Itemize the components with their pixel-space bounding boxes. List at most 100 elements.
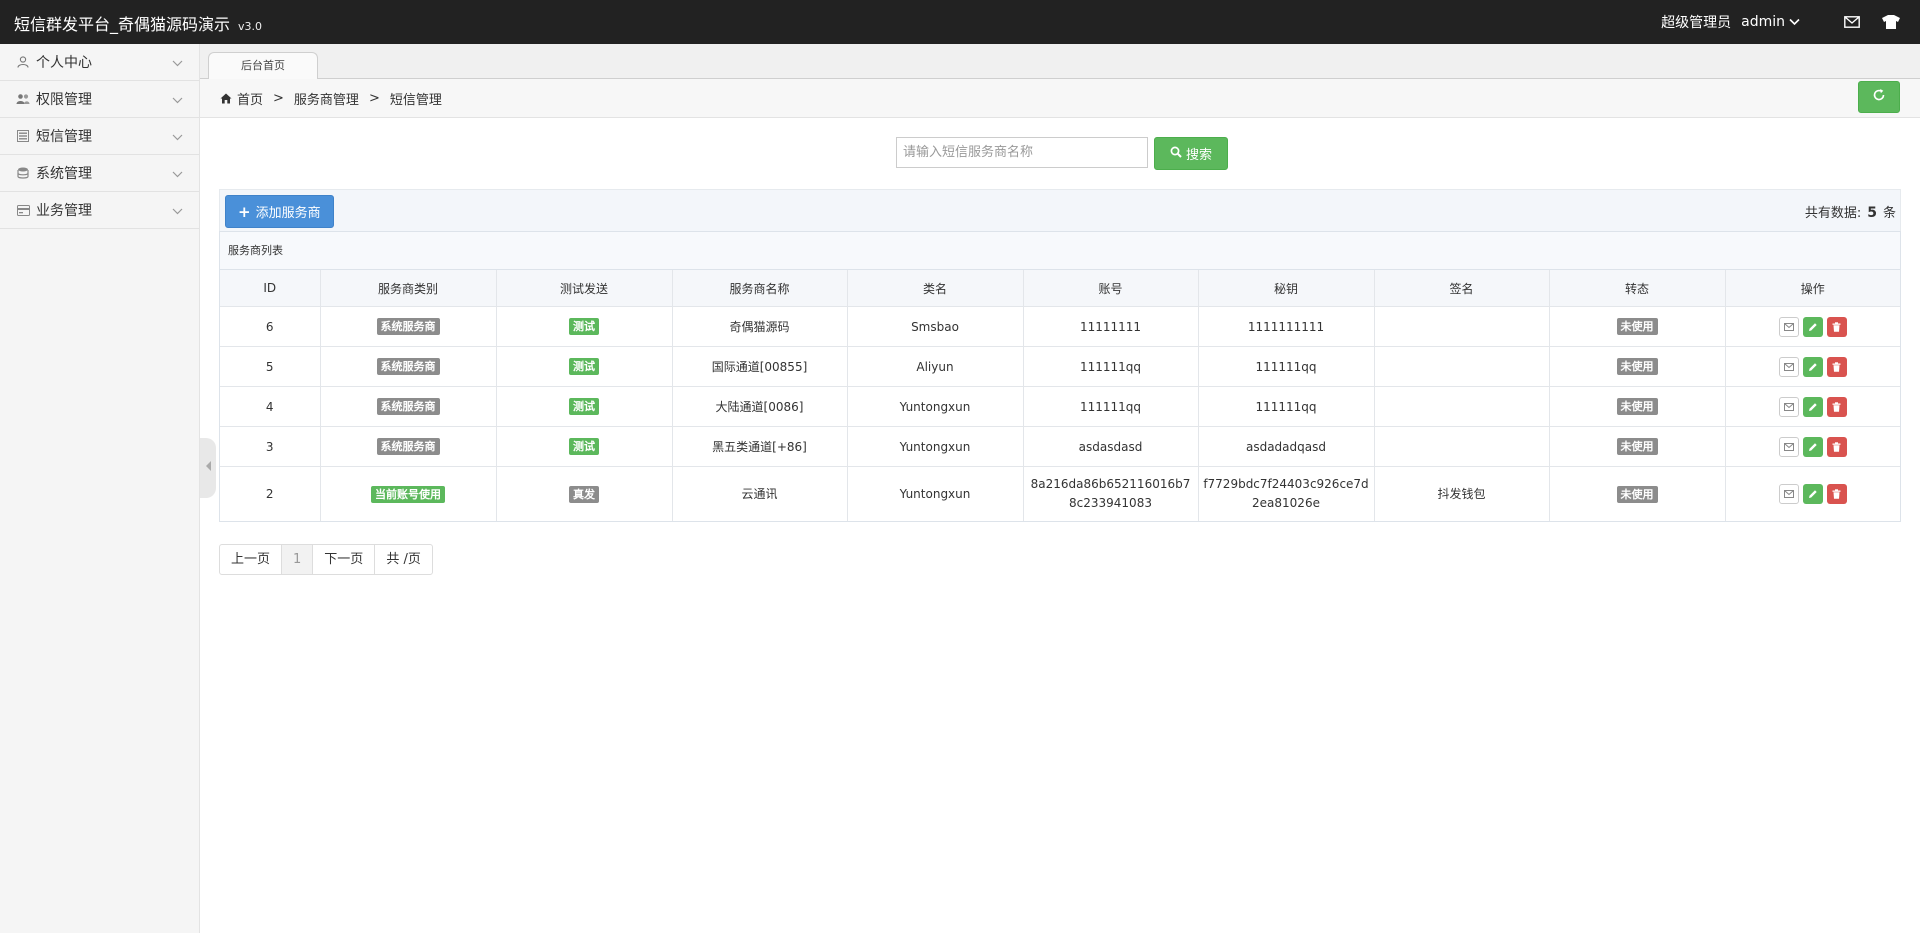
cell-id: 2	[220, 466, 321, 521]
card-icon	[16, 203, 30, 217]
envelope-icon	[1783, 402, 1794, 411]
breadcrumb-separator: >	[273, 90, 284, 106]
edit-button[interactable]	[1802, 316, 1823, 337]
caret-left-icon	[205, 460, 212, 476]
refresh-button[interactable]	[1858, 81, 1900, 113]
cell-category: 系统服务商	[320, 426, 497, 467]
sidebar-item-label: 业务管理	[36, 203, 92, 219]
current-page: 1	[281, 544, 314, 575]
cell-actions	[1725, 426, 1900, 467]
add-provider-label: 添加服务商	[255, 206, 321, 221]
message-button[interactable]	[1778, 436, 1799, 457]
message-button[interactable]	[1778, 316, 1799, 337]
col-header-class: 类名	[847, 270, 1024, 307]
sidebar-item-sms[interactable]: 短信管理	[0, 118, 199, 155]
test-send-button[interactable]: 测试	[569, 438, 599, 455]
real-send-badge: 真发	[569, 485, 599, 503]
col-header-test: 测试发送	[496, 270, 673, 307]
cell-account: asdasdasd	[1023, 426, 1199, 467]
cell-status: 未使用	[1549, 466, 1726, 521]
tshirt-icon[interactable]	[1882, 15, 1900, 29]
test-send-button[interactable]: 测试	[569, 358, 599, 375]
status-badge: 未使用	[1616, 398, 1658, 415]
sidebar-item-personal-center[interactable]: 个人中心	[0, 44, 199, 81]
col-header-name: 服务商名称	[672, 270, 848, 307]
users-icon	[16, 92, 30, 106]
envelope-icon	[1783, 362, 1794, 371]
cell-actions	[1725, 346, 1900, 387]
col-header-secret: 秘钥	[1198, 270, 1375, 307]
sidebar-item-label: 系统管理	[36, 166, 92, 182]
message-button[interactable]	[1778, 356, 1799, 377]
sidebar-item-label: 短信管理	[36, 129, 92, 145]
table-row: 2 当前账号使用 真发 云通讯 Yuntongxun 8a216da86b652…	[220, 466, 1900, 522]
tab-home[interactable]: 后台首页	[208, 52, 318, 79]
chevron-down-icon	[172, 166, 183, 182]
breadcrumb-provider-mgmt[interactable]: 服务商管理	[294, 89, 359, 108]
add-provider-button[interactable]: + 添加服务商	[225, 195, 334, 228]
category-badge: 系统服务商	[376, 358, 440, 375]
top-header: 短信群发平台_奇偶猫源码演示 v3.0 超级管理员 admin	[0, 0, 1920, 44]
mail-icon[interactable]	[1844, 16, 1860, 28]
breadcrumb-home[interactable]: 首页	[237, 89, 263, 108]
delete-button[interactable]	[1826, 436, 1847, 457]
chevron-down-icon	[172, 203, 183, 219]
test-send-button[interactable]: 测试	[569, 318, 599, 335]
message-button[interactable]	[1778, 484, 1799, 504]
cell-sign	[1374, 306, 1550, 347]
search-button[interactable]: 搜索	[1154, 137, 1228, 170]
sidebar: 个人中心 权限管理 短信管理 系统管理 业务管理	[0, 44, 200, 933]
status-badge: 未使用	[1616, 318, 1658, 335]
col-header-actions: 操作	[1725, 270, 1900, 307]
pencil-icon	[1808, 402, 1817, 411]
cell-sign: 抖发钱包	[1374, 466, 1550, 521]
prev-page-button[interactable]: 上一页	[219, 544, 283, 575]
cell-class: Aliyun	[847, 346, 1024, 387]
chevron-down-icon	[172, 55, 183, 71]
cell-id: 4	[220, 386, 321, 427]
test-send-button[interactable]: 测试	[569, 398, 599, 415]
edit-button[interactable]	[1802, 484, 1823, 504]
cell-status: 未使用	[1549, 426, 1726, 467]
total-suffix: 条	[1882, 206, 1896, 221]
delete-button[interactable]	[1826, 484, 1847, 504]
user-icon	[16, 55, 30, 69]
sidebar-item-business[interactable]: 业务管理	[0, 192, 199, 229]
total-prefix: 共有数据:	[1804, 206, 1862, 221]
cell-account: 8a216da86b652116016b78c233941083	[1023, 466, 1199, 521]
breadcrumb-bar: 首页 > 服务商管理 > 短信管理	[200, 79, 1920, 118]
cell-status: 未使用	[1549, 306, 1726, 347]
next-page-button[interactable]: 下一页	[312, 544, 376, 575]
table-header-row: ID 服务商类别 测试发送 服务商名称 类名 账号 秘钥 签名 转态 操作	[220, 270, 1900, 307]
sidebar-item-system[interactable]: 系统管理	[0, 155, 199, 192]
home-icon	[220, 93, 232, 104]
plus-icon: +	[238, 202, 251, 221]
message-button[interactable]	[1778, 396, 1799, 417]
pencil-icon	[1808, 490, 1817, 498]
cell-actions	[1725, 467, 1900, 522]
delete-button[interactable]	[1826, 356, 1847, 377]
cell-id: 6	[220, 306, 321, 347]
chevron-down-icon	[1789, 18, 1800, 26]
cell-category: 当前账号使用	[320, 466, 497, 521]
edit-button[interactable]	[1802, 396, 1823, 417]
delete-button[interactable]	[1826, 316, 1847, 337]
database-icon	[16, 166, 30, 180]
cell-secret: 111111qq	[1198, 346, 1375, 387]
pencil-icon	[1808, 442, 1817, 451]
sidebar-collapse-handle[interactable]	[200, 438, 216, 498]
sidebar-item-permissions[interactable]: 权限管理	[0, 81, 199, 118]
envelope-icon	[1783, 490, 1794, 498]
chevron-down-icon	[172, 92, 183, 108]
cell-test: 测试	[496, 346, 673, 387]
cell-id: 3	[220, 426, 321, 467]
edit-button[interactable]	[1802, 356, 1823, 377]
edit-button[interactable]	[1802, 436, 1823, 457]
cell-account: 11111111	[1023, 306, 1199, 347]
user-menu[interactable]: admin	[1741, 14, 1800, 30]
trash-icon	[1832, 401, 1841, 412]
cell-secret: 111111qq	[1198, 386, 1375, 427]
panel-title: 服务商列表	[220, 232, 1900, 270]
search-input[interactable]	[896, 137, 1148, 168]
delete-button[interactable]	[1826, 396, 1847, 417]
